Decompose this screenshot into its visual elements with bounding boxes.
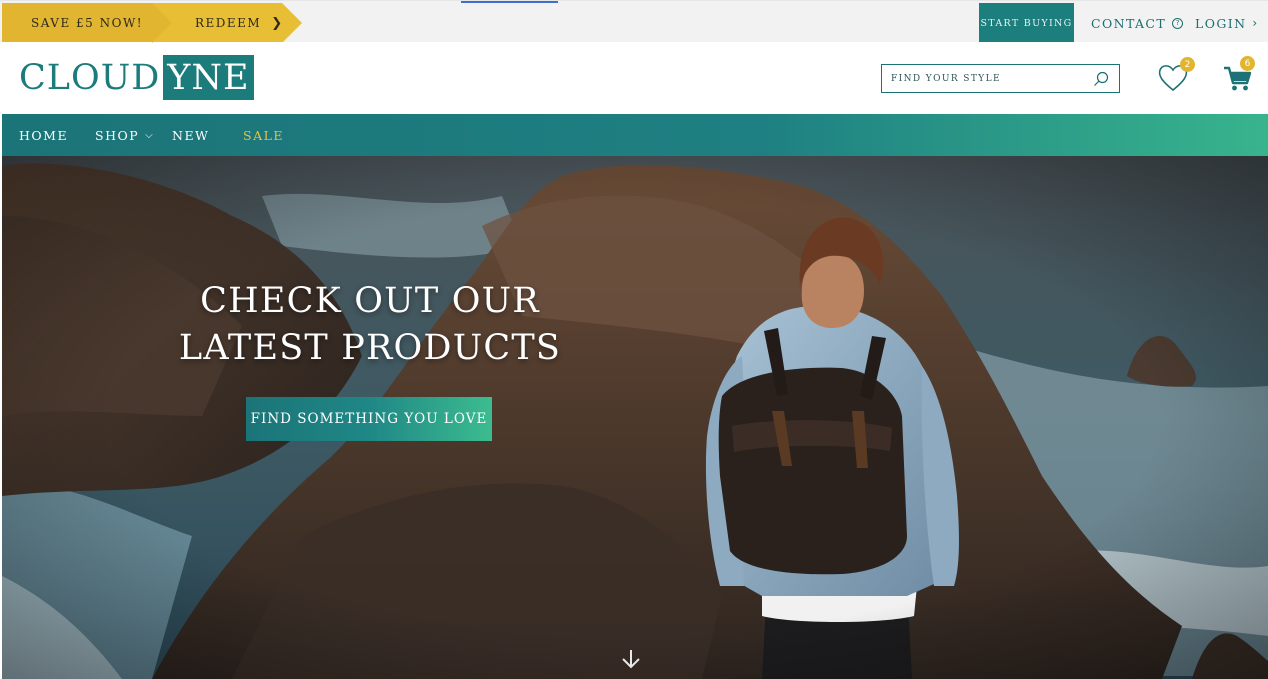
search-box (881, 64, 1120, 93)
chevron-right-icon: › (1252, 16, 1259, 30)
hero-banner: CHECK OUT OUR LATEST PRODUCTS FIND SOMET… (2, 156, 1268, 679)
browser-tab-indicator (461, 1, 558, 3)
wishlist-count-badge: 2 (1180, 57, 1195, 72)
nav-item-label: SHOP (95, 127, 140, 143)
site-header: CLOUD YNE 2 6 (0, 42, 1268, 114)
login-link[interactable]: LOGIN › (1195, 3, 1259, 43)
cart-count-badge: 6 (1240, 56, 1255, 71)
redeem-label: REDEEM (195, 16, 262, 30)
arrow-down-icon[interactable] (619, 647, 643, 671)
wishlist-button[interactable]: 2 (1157, 57, 1195, 94)
search-icon[interactable] (1093, 71, 1109, 91)
hero-title-line1: CHECK OUT OUR (200, 281, 540, 321)
start-buying-button[interactable]: START BUYING (979, 3, 1074, 43)
find-something-button[interactable]: FIND SOMETHING YOU LOVE (246, 397, 492, 441)
logo[interactable]: CLOUD YNE (19, 55, 254, 100)
cart-button[interactable]: 6 (1222, 56, 1256, 94)
start-buying-label: START BUYING (980, 17, 1073, 29)
hero-title: CHECK OUT OUR LATEST PRODUCTS (172, 278, 568, 372)
hero-image (2, 156, 1268, 679)
promo-banner: SAVE £5 NOW! REDEEM ❯ (2, 3, 302, 43)
nav-item-home[interactable]: HOME (19, 114, 68, 156)
chevron-down-icon: ⌵ (145, 129, 155, 141)
hero-title-line2: LATEST PRODUCTS (178, 328, 562, 368)
search-input[interactable] (891, 73, 1086, 84)
login-label: LOGIN (1195, 15, 1247, 31)
contact-link[interactable]: CONTACT ? (1091, 3, 1184, 43)
question-circle-icon: ? (1172, 17, 1184, 29)
save-promo[interactable]: SAVE £5 NOW! (2, 3, 172, 43)
logo-text-yne: YNE (163, 55, 254, 100)
nav-item-label: NEW (172, 127, 210, 143)
save-promo-label: SAVE £5 NOW! (31, 16, 144, 30)
logo-text-cloud: CLOUD (19, 57, 161, 98)
top-bar: SAVE £5 NOW! REDEEM ❯ START BUYING CONTA… (0, 0, 1268, 43)
main-nav: HOME SHOP ⌵ NEW SALE (2, 114, 1268, 156)
nav-item-sale[interactable]: SALE (243, 114, 284, 156)
contact-label: CONTACT (1091, 15, 1167, 31)
nav-item-label: HOME (19, 127, 69, 143)
nav-item-shop[interactable]: SHOP ⌵ (95, 114, 154, 156)
chevron-right-icon: ❯ (271, 15, 284, 31)
nav-item-new[interactable]: NEW (172, 114, 209, 156)
nav-item-label: SALE (243, 127, 285, 143)
